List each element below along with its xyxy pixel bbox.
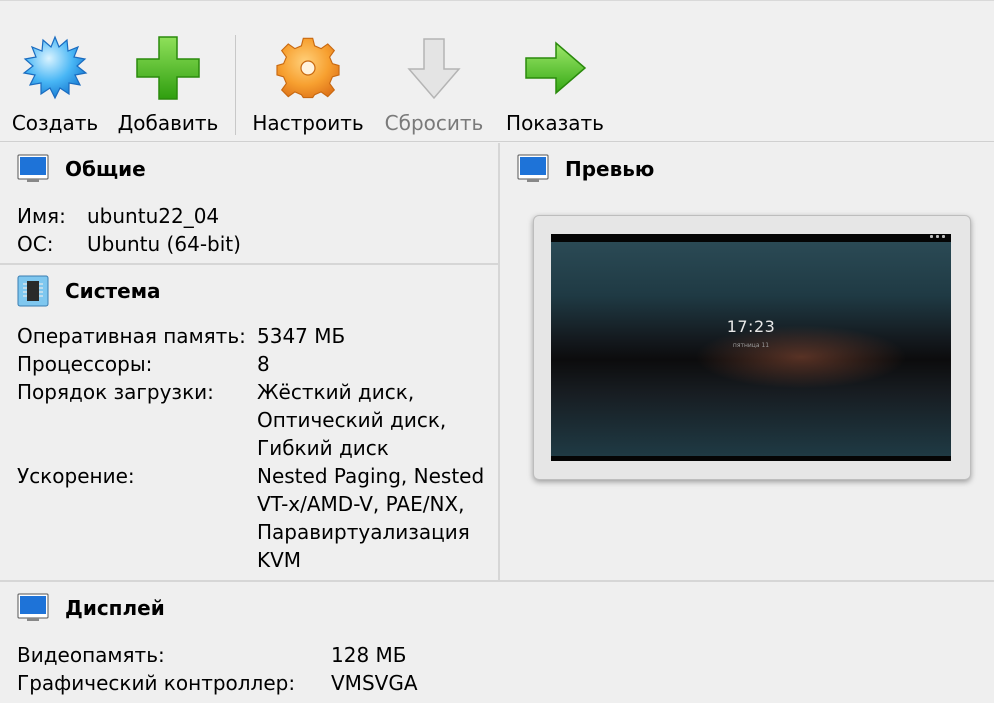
property-value-line: Гибкий диск xyxy=(257,436,389,460)
property-value: 5347 МБ xyxy=(257,324,346,348)
discard-button-label: Сбросить xyxy=(384,111,484,135)
property-key: Оперативная память: xyxy=(17,324,246,348)
create-button-label: Создать xyxy=(11,111,99,135)
property-key: ОС: xyxy=(17,232,54,256)
gear-icon xyxy=(275,35,341,101)
preview-header[interactable]: Превью xyxy=(517,153,654,185)
property-key: Графический контроллер: xyxy=(17,671,296,695)
property-value-line: Оптический диск, xyxy=(257,408,447,432)
property-key: Ускорение: xyxy=(17,464,135,488)
preview-title: Превью xyxy=(565,157,655,181)
guest-tray-icons xyxy=(930,235,945,238)
guest-bottom-bar xyxy=(551,456,951,461)
show-button-label: Показать xyxy=(506,111,604,135)
general-section: Общие Имя: ubuntu22_04 ОС: Ubuntu (64-bi… xyxy=(0,143,500,265)
display-header[interactable]: Дисплей xyxy=(17,592,165,624)
property-value-line: Паравиртуализация xyxy=(257,520,470,544)
monitor-icon xyxy=(517,153,549,185)
lock-screen-wallpaper xyxy=(551,242,951,456)
property-value-line: Nested Paging, Nested xyxy=(257,464,485,488)
property-key: Видеопамять: xyxy=(17,643,165,667)
property-value-line: KVM xyxy=(257,548,302,572)
toolbar-separator xyxy=(235,35,236,135)
settings-button-label: Настроить xyxy=(252,111,364,135)
property-value-line: VT-x/AMD-V, PAE/NX, xyxy=(257,492,465,516)
show-right-arrow-icon xyxy=(522,35,588,101)
property-key: Процессоры: xyxy=(17,352,153,376)
property-value: 128 МБ xyxy=(331,643,407,667)
preview-section: Превью 17:23 пятница 11 xyxy=(500,143,994,582)
property-value: 8 xyxy=(257,352,270,376)
create-starburst-icon xyxy=(22,35,88,101)
system-title: Система xyxy=(65,279,161,303)
vm-preview-screen: 17:23 пятница 11 xyxy=(551,234,951,461)
chip-icon xyxy=(17,275,49,307)
lock-screen-clock: 17:23 xyxy=(726,317,776,336)
display-title: Дисплей xyxy=(65,596,165,620)
property-key: Порядок загрузки: xyxy=(17,380,214,404)
lock-screen-date: пятница 11 xyxy=(732,342,770,349)
add-button-label: Добавить xyxy=(117,111,219,135)
property-value: VMSVGA xyxy=(331,671,418,695)
monitor-icon xyxy=(17,153,49,185)
general-title: Общие xyxy=(65,157,146,181)
system-section: Система Оперативная память: 5347 МБ Проц… xyxy=(0,265,500,582)
property-key: Имя: xyxy=(17,204,66,228)
monitor-icon xyxy=(17,592,49,624)
toolbar: Создать Добавить Настроить Сбросить Пока… xyxy=(0,0,994,142)
system-header[interactable]: Система xyxy=(17,275,161,307)
general-header[interactable]: Общие xyxy=(17,153,146,185)
discard-down-arrow-icon xyxy=(401,35,467,101)
preview-frame[interactable]: 17:23 пятница 11 xyxy=(533,215,971,480)
add-plus-icon xyxy=(135,35,201,101)
guest-top-bar xyxy=(551,234,951,242)
property-value: ubuntu22_04 xyxy=(87,204,220,228)
display-section: Дисплей Видеопамять: 128 МБ Графический … xyxy=(0,582,994,703)
property-value: Ubuntu (64-bit) xyxy=(87,232,241,256)
property-value-line: Жёсткий диск, xyxy=(257,380,415,404)
